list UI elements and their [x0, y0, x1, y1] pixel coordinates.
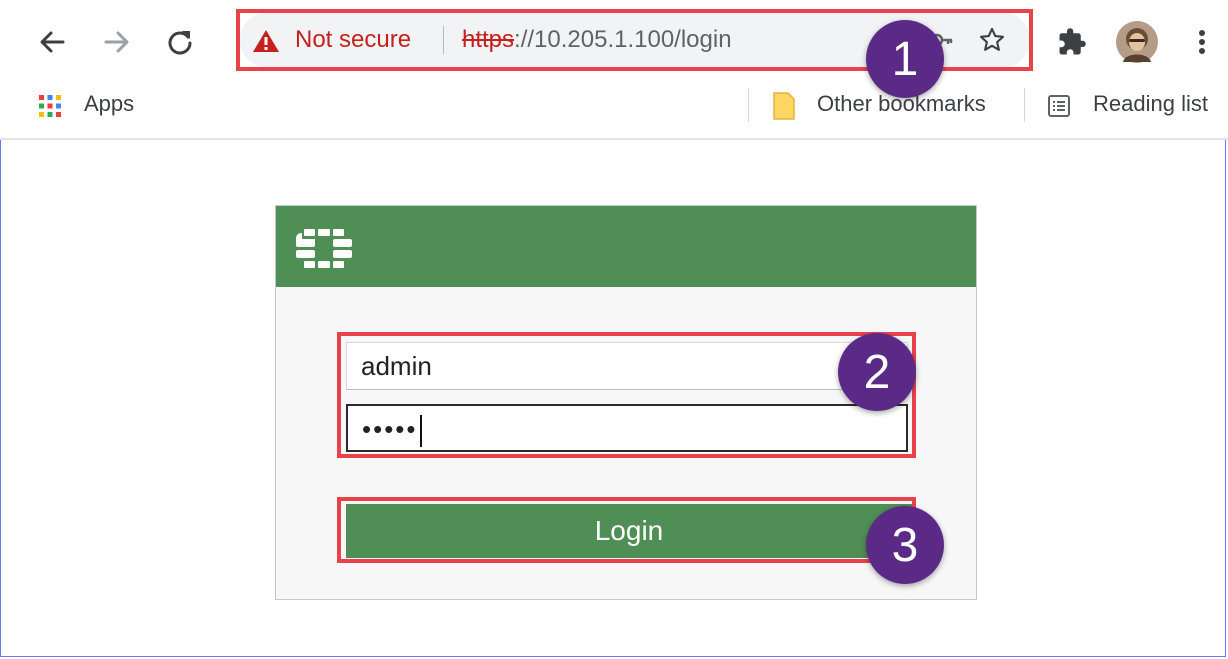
- highlight-credentials: [337, 332, 916, 458]
- reload-icon[interactable]: [162, 24, 198, 60]
- folder-icon[interactable]: [772, 92, 796, 125]
- login-header: [276, 206, 976, 287]
- reading-list[interactable]: Reading list: [1093, 91, 1208, 117]
- callout-badge-1: 1: [866, 20, 944, 98]
- forward-arrow-icon[interactable]: [99, 24, 135, 60]
- bookmarks-bar: Apps Other bookmarks Reading list: [0, 84, 1228, 140]
- bookmarks-divider-2: [1024, 88, 1025, 122]
- reading-list-icon[interactable]: [1047, 94, 1071, 123]
- back-arrow-icon[interactable]: [34, 24, 70, 60]
- highlight-login-button: [337, 497, 916, 563]
- extensions-puzzle-icon[interactable]: [1054, 24, 1090, 60]
- bookmarks-divider: [748, 88, 749, 122]
- callout-badge-3: 3: [866, 506, 944, 584]
- apps-grid-icon[interactable]: [38, 94, 62, 123]
- kebab-menu-icon[interactable]: [1184, 24, 1220, 60]
- apps-bookmark[interactable]: Apps: [84, 91, 134, 117]
- profile-avatar[interactable]: [1115, 20, 1159, 64]
- callout-badge-2: 2: [838, 333, 916, 411]
- fortinet-logo: [296, 229, 352, 274]
